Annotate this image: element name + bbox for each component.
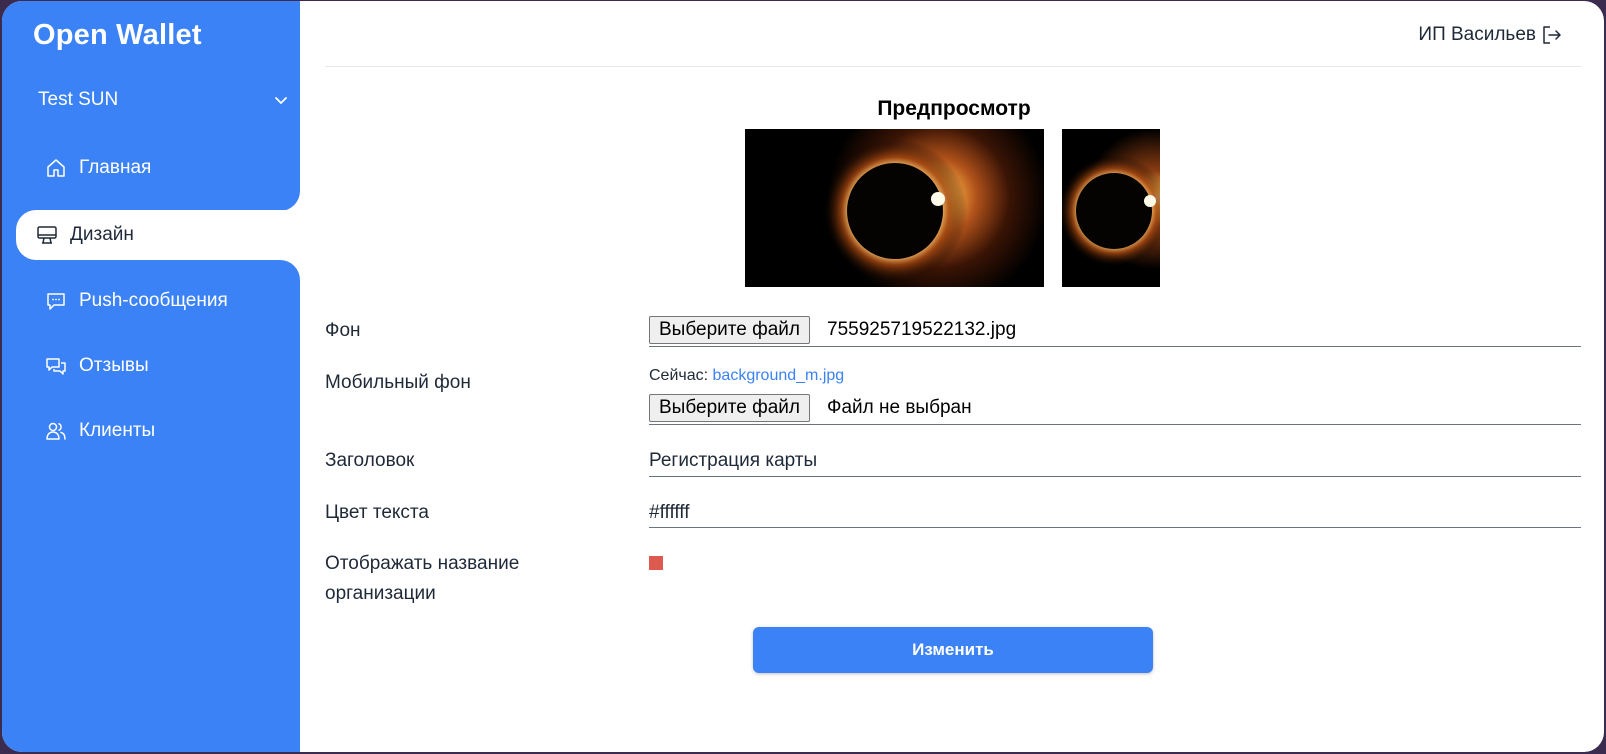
- organization-select-value: Test SUN: [38, 89, 119, 110]
- show-org-name-label: Отображать название организации: [325, 549, 519, 609]
- sidebar-item-design[interactable]: Дизайн: [16, 210, 300, 260]
- chat-icon: [45, 355, 67, 377]
- brand-logo: Open Wallet: [33, 19, 202, 51]
- background-field-underline: [649, 346, 1581, 347]
- message-icon: [45, 290, 67, 312]
- sidebar: Open Wallet Test SUN Главная Дизайн Push…: [2, 1, 300, 752]
- show-org-name-checkbox[interactable]: [649, 556, 663, 570]
- home-icon: [45, 157, 67, 179]
- sidebar-item-label: Push-сообщения: [79, 290, 228, 311]
- sidebar-item-label: Дизайн: [70, 224, 134, 245]
- organization-select[interactable]: Test SUN: [38, 89, 292, 113]
- preview-image-desktop: [745, 129, 1044, 287]
- header-divider: [325, 66, 1581, 67]
- sidebar-item-label: Клиенты: [79, 420, 156, 441]
- title-field-underline: [649, 476, 1581, 477]
- sidebar-item-reviews[interactable]: Отзывы: [16, 341, 300, 391]
- sidebar-item-clients[interactable]: Клиенты: [16, 406, 300, 456]
- users-icon: [45, 420, 67, 442]
- mobile-background-choose-file-button[interactable]: Выберите файл: [649, 394, 810, 422]
- sidebar-item-label: Отзывы: [79, 355, 149, 376]
- sidebar-item-push[interactable]: Push-сообщения: [16, 276, 300, 326]
- text-color-label: Цвет текста: [325, 502, 429, 523]
- text-color-input[interactable]: [649, 500, 1581, 526]
- background-choose-file-button[interactable]: Выберите файл: [649, 316, 810, 344]
- background-label: Фон: [325, 320, 361, 341]
- text-color-field-underline: [649, 527, 1581, 528]
- active-curve-top: [280, 191, 300, 211]
- mobile-background-field-underline: [649, 424, 1581, 425]
- mobile-background-label: Мобильный фон: [325, 372, 471, 393]
- current-file-link[interactable]: background_m.jpg: [713, 367, 845, 384]
- sidebar-item-home[interactable]: Главная: [16, 143, 300, 193]
- submit-button[interactable]: Изменить: [753, 627, 1153, 673]
- app-window: Open Wallet Test SUN Главная Дизайн Push…: [2, 1, 1604, 752]
- preview-title: Предпросмотр: [877, 97, 1031, 120]
- chevron-down-icon: [275, 97, 287, 105]
- mobile-background-file-name: Файл не выбран: [827, 397, 972, 418]
- background-file-name: 755925719522132.jpg: [827, 319, 1017, 340]
- show-org-name-label-line2: организации: [325, 583, 436, 604]
- logout-icon[interactable]: [1540, 24, 1562, 46]
- show-org-name-label-line1: Отображать название: [325, 553, 520, 574]
- current-prefix: Сейчас:: [649, 367, 709, 384]
- sidebar-item-label: Главная: [79, 157, 152, 178]
- title-label: Заголовок: [325, 450, 415, 471]
- preview-image-mobile: [1062, 129, 1160, 287]
- mobile-background-current: Сейчас: background_m.jpg: [649, 367, 844, 385]
- user-name[interactable]: ИП Васильев: [1418, 24, 1536, 46]
- monitor-icon: [36, 224, 58, 246]
- title-input[interactable]: [649, 448, 1581, 474]
